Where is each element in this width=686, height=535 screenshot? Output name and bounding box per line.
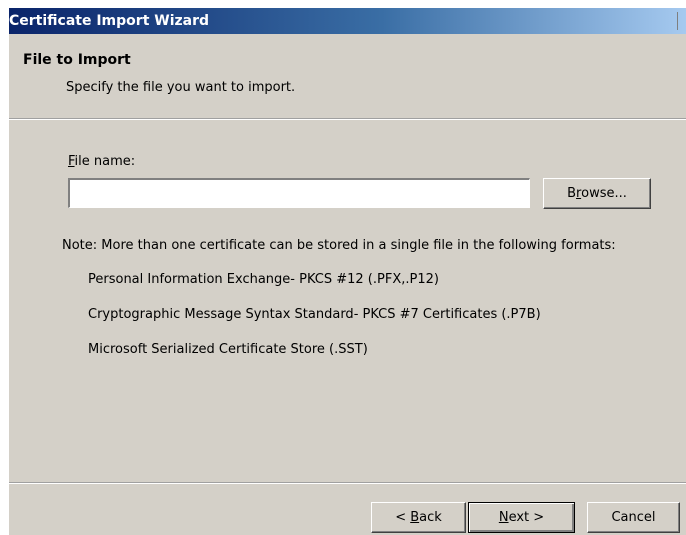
title-bar-edge (677, 12, 685, 30)
format-item-p7b: Cryptographic Message Syntax Standard- P… (88, 307, 541, 322)
footer-divider (9, 482, 686, 484)
note-text: Note: More than one certificate can be s… (62, 238, 616, 253)
back-button[interactable]: < Back (371, 502, 466, 533)
format-item-sst: Microsoft Serialized Certificate Store (… (88, 342, 368, 357)
page-title: File to Import (23, 52, 131, 68)
format-item-pfx: Personal Information Exchange- PKCS #12 … (88, 272, 439, 287)
back-label-post: ack (419, 510, 442, 525)
page-subtitle: Specify the file you want to import. (66, 80, 296, 95)
next-label-accel: N (498, 510, 509, 525)
header-divider (9, 118, 686, 120)
browse-label-pre: B (567, 186, 577, 201)
back-label-pre: < (395, 510, 411, 525)
cancel-button[interactable]: Cancel (587, 502, 680, 533)
next-button[interactable]: Next > (468, 502, 575, 533)
wizard-header: File to Import Specify the file you want… (9, 34, 686, 118)
file-name-label: File name: (68, 154, 135, 169)
window-title: Certificate Import Wizard (9, 13, 210, 29)
file-name-label-rest: ile name: (74, 154, 136, 169)
browse-button[interactable]: Browse... (543, 178, 651, 209)
file-name-input[interactable] (68, 178, 530, 208)
browse-label-post: owse... (581, 186, 627, 201)
next-label-post: ext > (508, 510, 545, 525)
wizard-window: Certificate Import Wizard File to Import… (8, 8, 686, 535)
back-label-accel: B (410, 510, 420, 525)
title-bar: Certificate Import Wizard (9, 8, 686, 34)
